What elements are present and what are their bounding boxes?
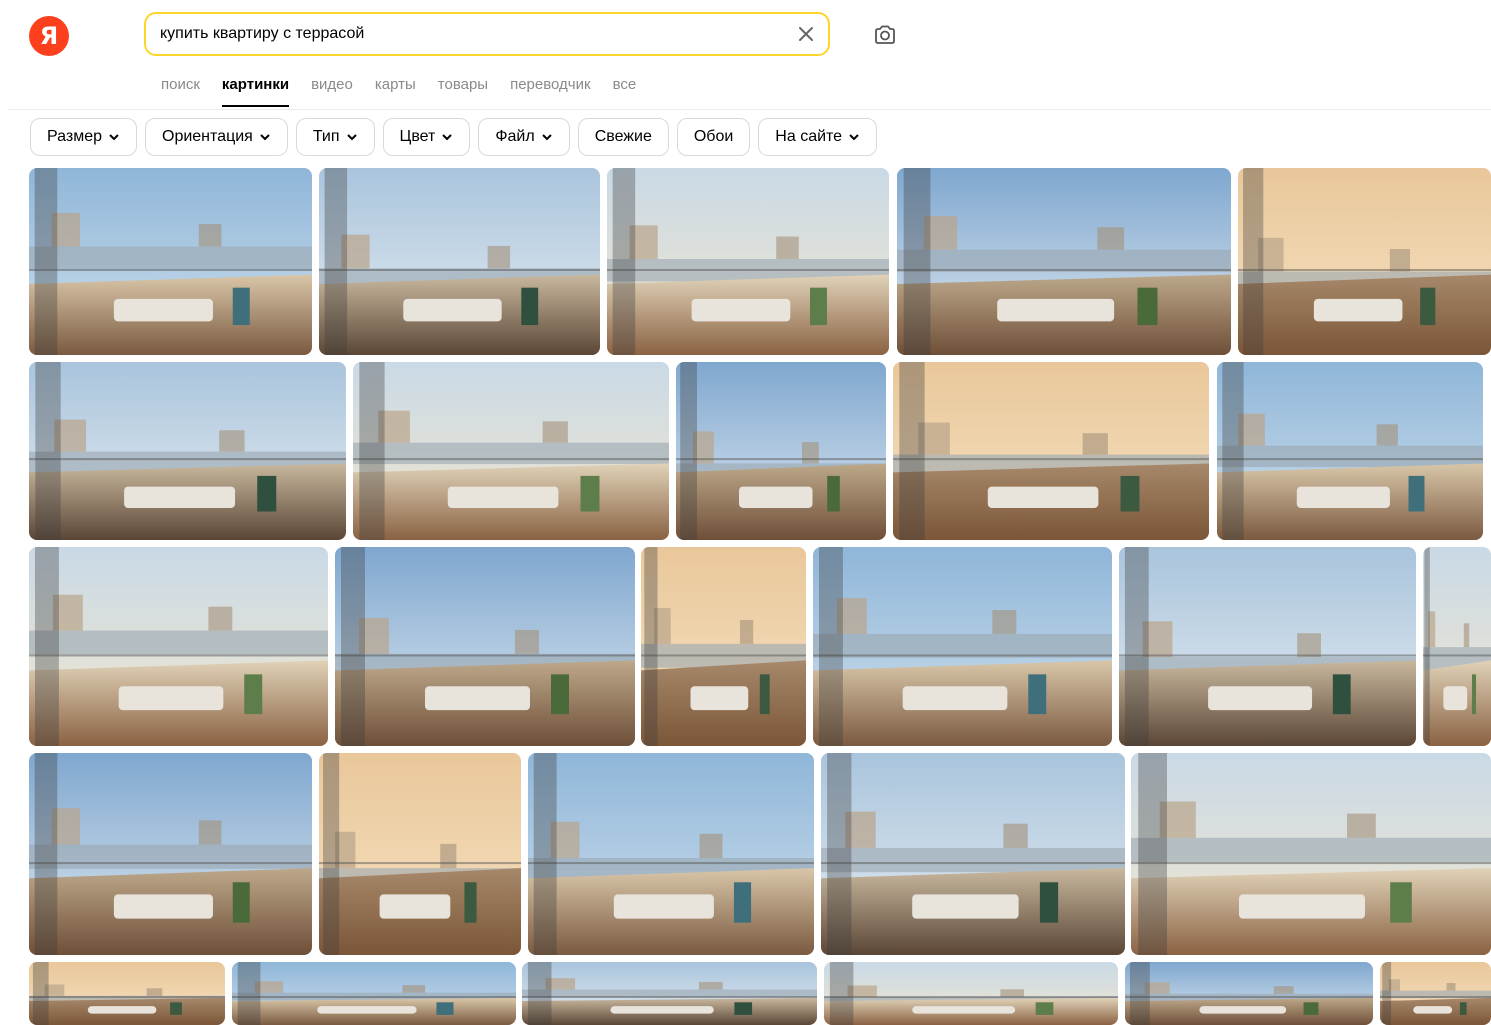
tab-video[interactable]: видео [311, 76, 353, 108]
terrace-photo [676, 362, 886, 540]
filter-label: Свежие [594, 128, 652, 145]
image-result[interactable] [29, 362, 346, 540]
terrace-photo [319, 168, 600, 355]
chevron-down-icon [109, 134, 119, 141]
image-result[interactable] [29, 547, 328, 746]
terrace-photo [29, 362, 346, 540]
camera-icon[interactable] [872, 22, 898, 48]
terrace-photo [335, 547, 635, 746]
chevron-down-icon [260, 134, 270, 141]
terrace-photo [1423, 547, 1491, 746]
terrace-photo [29, 962, 225, 1025]
yandex-logo[interactable]: Я [29, 16, 69, 56]
terrace-photo [821, 753, 1125, 955]
terrace-photo [29, 168, 312, 355]
filter-label: Обои [693, 128, 734, 145]
terrace-photo [29, 753, 312, 955]
tab-all[interactable]: все [613, 76, 637, 108]
image-result[interactable] [1380, 962, 1491, 1025]
chevron-down-icon [346, 134, 357, 141]
image-result[interactable] [319, 753, 521, 955]
terrace-photo [824, 962, 1118, 1025]
image-result[interactable] [528, 753, 814, 955]
filter-label: Ориентация [162, 128, 253, 145]
image-result[interactable] [813, 547, 1112, 746]
image-result[interactable] [824, 962, 1118, 1025]
filter-label: На сайте [775, 128, 843, 145]
terrace-photo [607, 168, 889, 355]
image-result[interactable] [29, 168, 312, 355]
chevron-down-icon [442, 134, 453, 141]
filter-orientation[interactable]: Ориентация [145, 118, 288, 156]
terrace-photo [528, 753, 814, 955]
image-result[interactable] [676, 362, 886, 540]
terrace-photo [522, 962, 817, 1025]
terrace-photo [232, 962, 516, 1025]
tab-products[interactable]: товары [438, 76, 488, 108]
image-result[interactable] [1125, 962, 1373, 1025]
terrace-photo [813, 547, 1112, 746]
filter-color[interactable]: Цвет [382, 118, 471, 156]
filter-label: Файл [495, 128, 535, 145]
image-result[interactable] [897, 168, 1231, 355]
tab-maps[interactable]: карты [375, 76, 416, 108]
image-result[interactable] [319, 168, 600, 355]
image-result[interactable] [335, 547, 635, 746]
image-result[interactable] [353, 362, 669, 540]
search-input[interactable] [160, 22, 780, 46]
chevron-down-icon [849, 134, 859, 141]
filter-label: Размер [47, 128, 102, 145]
filter-type[interactable]: Тип [295, 118, 375, 156]
image-result[interactable] [1423, 547, 1491, 746]
search-box[interactable] [144, 12, 830, 56]
close-icon[interactable] [796, 24, 816, 44]
terrace-photo [893, 362, 1209, 540]
image-result[interactable] [29, 753, 312, 955]
filter-size[interactable]: Размер [30, 118, 137, 156]
image-result[interactable] [232, 962, 516, 1025]
terrace-photo [641, 547, 806, 746]
image-result[interactable] [607, 168, 889, 355]
terrace-photo [1131, 753, 1491, 955]
terrace-photo [319, 753, 521, 955]
filter-on-site[interactable]: На сайте [758, 118, 878, 156]
image-result[interactable] [1131, 753, 1491, 955]
image-result[interactable] [29, 962, 225, 1025]
terrace-photo [1380, 962, 1491, 1025]
terrace-photo [1125, 962, 1373, 1025]
filter-bar: Размер Ориентация Тип Цвет Файл Свежие О… [30, 118, 878, 156]
filter-file[interactable]: Файл [478, 118, 570, 156]
filter-fresh[interactable]: Свежие [577, 118, 669, 156]
header: Я поиск картинки видео карты товары пере… [0, 0, 1491, 110]
terrace-photo [29, 547, 328, 746]
tab-images[interactable]: картинки [221, 76, 290, 108]
image-result[interactable] [1119, 547, 1416, 746]
terrace-photo [1119, 547, 1416, 746]
chevron-down-icon [541, 134, 552, 141]
image-result[interactable] [821, 753, 1125, 955]
header-divider [8, 109, 1491, 110]
image-result[interactable] [522, 962, 817, 1025]
tab-translator[interactable]: переводчик [510, 76, 590, 108]
terrace-photo [897, 168, 1231, 355]
image-result[interactable] [641, 547, 806, 746]
terrace-photo [353, 362, 669, 540]
image-result[interactable] [1217, 362, 1483, 540]
search-tabs: поиск картинки видео карты товары перево… [161, 76, 636, 108]
terrace-photo [1217, 362, 1483, 540]
filter-label: Тип [312, 128, 340, 145]
tab-search[interactable]: поиск [161, 76, 200, 108]
filter-label: Цвет [399, 128, 436, 145]
filter-wallpapers[interactable]: Обои [676, 118, 751, 156]
image-result[interactable] [893, 362, 1209, 540]
image-result[interactable] [1238, 168, 1491, 355]
terrace-photo [1238, 168, 1491, 355]
